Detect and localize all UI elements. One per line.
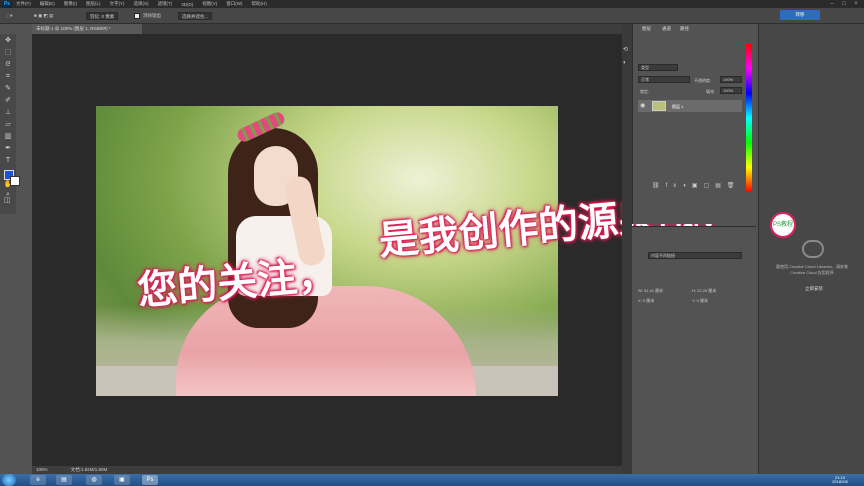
zoom-level[interactable]: 100% — [36, 467, 48, 472]
menu-help[interactable]: 帮助(H) — [252, 1, 267, 7]
stamp-tool-icon[interactable]: ⊥ — [2, 108, 14, 118]
clock-date: 2018/2/8 — [832, 479, 848, 484]
gradient-tool-icon[interactable]: ▥ — [2, 132, 14, 142]
properties-panel — [632, 226, 756, 474]
color-spectrum-bar[interactable] — [746, 44, 752, 192]
type-tool-icon[interactable]: T — [2, 156, 14, 166]
channel-badge: PS教程 — [770, 212, 796, 238]
status-bar: 100% 文档:1.82M/1.80M — [32, 466, 622, 474]
eraser-tool-icon[interactable]: ▱ — [2, 120, 14, 130]
feather-field[interactable]: 羽化: 0 像素 — [86, 12, 119, 20]
menu-edit[interactable]: 编辑(E) — [40, 1, 55, 7]
explorer-icon[interactable]: ▤ — [56, 475, 72, 485]
doc-size[interactable]: 文档:1.82M/1.80M — [71, 467, 108, 472]
layer-actions-icons[interactable]: ⛓fx◑▣▢▤🗑 — [652, 182, 741, 189]
layers-panel — [632, 24, 756, 224]
share-label: 转移 — [795, 12, 805, 17]
antialias-checkbox[interactable] — [134, 13, 140, 19]
smart-object-link[interactable]: 内容不再链接 — [648, 252, 742, 259]
close-icon[interactable]: × — [850, 0, 862, 8]
height-field[interactable]: H: 22.25 厘米 — [692, 288, 716, 294]
tab-channels[interactable]: 通道 — [658, 24, 675, 33]
background-color-swatch[interactable] — [10, 176, 20, 186]
blend-mode-select[interactable]: 正常 — [638, 76, 690, 83]
lasso-tool-icon[interactable]: ᘓ — [2, 60, 14, 70]
windows-taskbar: e ▤ ◍ ▣ Ps — [0, 474, 864, 486]
fill-label: 填充: — [706, 89, 716, 94]
layer-name[interactable]: 图层 1 — [672, 104, 683, 110]
opacity-label: 不透明度: — [694, 78, 712, 83]
photoshop-logo: Ps — [2, 0, 12, 8]
adjustments-icon[interactable]: ◐ — [623, 60, 627, 66]
cc-install-link[interactable]: 立即安装 — [794, 286, 834, 292]
marquee-tool-icon[interactable]: ⬚ — [2, 48, 14, 58]
quick-mask-icon[interactable]: ◫ — [4, 196, 11, 204]
menu-select[interactable]: 选择(S) — [134, 1, 149, 7]
browser-icon[interactable]: ◍ — [86, 475, 102, 485]
tools-panel: ✥ ⬚ ᘓ ⌗ ✎ ✐ ⊥ ▱ ▥ ✒ T ▭ ✋ ⌕ — [0, 34, 16, 214]
x-field[interactable]: X: 0 厘米 — [638, 298, 654, 304]
panel-icon-strip: ⟲ ◐ — [622, 24, 632, 474]
visibility-eye-icon[interactable]: ◉ — [640, 102, 645, 109]
move-tool-icon[interactable]: ✥ — [2, 36, 14, 46]
layer-kind-filter[interactable]: 类型 — [638, 64, 678, 71]
minimize-icon[interactable]: – — [826, 0, 838, 8]
antialias-label: 消除锯齿 — [143, 13, 161, 18]
start-button[interactable] — [2, 474, 16, 486]
menu-file[interactable]: 文件(F) — [16, 1, 31, 7]
cc-install-message: 要使用 Creative Cloud Libraries，请安装 Creativ… — [775, 264, 849, 275]
lock-label: 锁定: — [640, 89, 650, 94]
maximize-icon[interactable]: □ — [838, 0, 850, 8]
menu-bar: Ps 文件(F) 编辑(E) 图像(I) 图层(L) 文字(Y) 选择(S) 滤… — [0, 0, 864, 8]
opacity-field[interactable]: 100% — [720, 76, 742, 83]
layer-thumbnail[interactable] — [652, 101, 666, 111]
menu-image[interactable]: 图像(I) — [64, 1, 77, 7]
menu-type[interactable]: 文字(Y) — [110, 1, 125, 7]
marquee-tool-icon[interactable]: ⬚▾ — [6, 12, 13, 20]
ie-icon[interactable]: e — [30, 475, 46, 485]
photoshop-taskbar-icon[interactable]: Ps — [142, 475, 158, 485]
select-mask-button[interactable]: 选择并遮住... — [178, 12, 213, 20]
fill-field[interactable]: 100% — [720, 87, 742, 94]
crop-tool-icon[interactable]: ⌗ — [2, 72, 14, 82]
brush-tool-icon[interactable]: ✐ — [2, 96, 14, 106]
document-tab[interactable]: 未标题-1 @ 100% (图层 1, RGB/8#) * — [32, 24, 142, 34]
tab-layers[interactable]: 图层 — [638, 24, 655, 33]
menu-filter[interactable]: 滤镜(T) — [158, 1, 173, 7]
creative-cloud-icon — [802, 240, 824, 258]
width-field[interactable]: W: 31.41 厘米 — [638, 288, 663, 294]
tab-paths[interactable]: 路径 — [676, 24, 693, 33]
new-selection-icon[interactable]: ■ ▣ ◩ ▤ — [34, 12, 53, 20]
system-clock[interactable]: 21:10 2018/2/8 — [820, 476, 860, 484]
app-icon[interactable]: ▣ — [114, 475, 130, 485]
pen-tool-icon[interactable]: ✒ — [2, 144, 14, 154]
options-bar: ⬚▾ ■ ▣ ◩ ▤ 羽化: 0 像素 消除锯齿 选择并遮住... — [0, 8, 864, 24]
menu-3d[interactable]: 3D(D) — [181, 2, 193, 7]
y-field[interactable]: Y: 0 厘米 — [692, 298, 708, 304]
history-icon[interactable]: ⟲ — [623, 46, 628, 53]
eyedropper-tool-icon[interactable]: ✎ — [2, 84, 14, 94]
menu-view[interactable]: 视图(V) — [202, 1, 217, 7]
menu-window[interactable]: 窗口(W) — [226, 1, 242, 7]
share-button[interactable]: 转移 — [780, 10, 820, 20]
menu-layer[interactable]: 图层(L) — [86, 1, 101, 7]
